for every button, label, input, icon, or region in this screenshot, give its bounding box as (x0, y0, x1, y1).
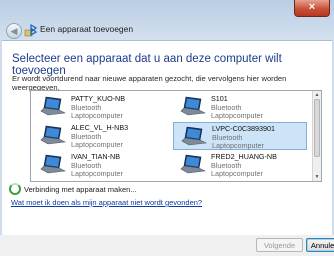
device-item[interactable]: FRED2_HUANG-NB Bluetooth Laptopcomputer (173, 151, 307, 179)
device-category: Laptopcomputer (71, 111, 123, 120)
device-name: PATTY_KUO-NB (71, 94, 126, 103)
device-name: GORY_CHENG-NB (211, 181, 274, 182)
device-list-scrollbar[interactable]: ▲ ▼ (312, 91, 321, 181)
title-bar: × ◀ Een apparaat toevoegen (0, 0, 334, 40)
scroll-thumb[interactable] (314, 99, 320, 157)
cancel-button[interactable]: Annuleren (306, 238, 334, 252)
device-item[interactable]: GORY_CHENG-NBBluetooth (173, 180, 307, 182)
connection-status: Verbinding met apparaat maken... (9, 183, 137, 195)
device-name: S101 (211, 94, 228, 103)
device-item[interactable]: ELMA_LIU-NBBluetooth (33, 180, 167, 182)
device-name: ALEC_VL_H-NB3 (71, 123, 129, 132)
add-device-icon (24, 23, 38, 37)
device-item[interactable]: PATTY_KUO-NB Bluetooth Laptopcomputer (33, 93, 167, 121)
device-item[interactable]: IVAN_TIAN-NB Bluetooth Laptopcomputer (33, 151, 167, 179)
device-name: FRED2_HUANG-NB (211, 152, 277, 161)
device-name: LVPC-C0C3893901 (212, 124, 275, 133)
device-list[interactable]: ▲ ▼ PATTY_KUO-NB Bluetooth Laptopcomputer S… (30, 90, 322, 182)
device-category: Laptopcomputer (211, 169, 263, 178)
back-button[interactable]: ◀ (6, 23, 22, 39)
laptop-icon (180, 96, 207, 118)
device-category: Laptopcomputer (71, 169, 123, 178)
status-text: Verbinding met apparaat maken... (24, 185, 137, 194)
device-category: Laptopcomputer (211, 111, 263, 120)
laptop-icon (180, 154, 207, 176)
device-category: Laptopcomputer (71, 140, 123, 149)
window-title: Een apparaat toevoegen (40, 24, 134, 34)
scroll-up-icon[interactable]: ▲ (313, 91, 321, 99)
device-category: Laptopcomputer (212, 141, 264, 150)
add-device-window: × ◀ Een apparaat toevoegen Selecteer een… (0, 0, 334, 256)
laptop-icon (40, 125, 67, 147)
next-button[interactable]: Volgende (256, 238, 303, 252)
device-item[interactable]: ALEC_VL_H-NB3 Bluetooth Laptopcomputer (33, 122, 167, 150)
button-bar: Volgende Annuleren (0, 235, 334, 256)
progress-spinner-icon (9, 183, 21, 195)
device-name: IVAN_TIAN-NB (71, 152, 120, 161)
help-link[interactable]: Wat moet ik doen als mijn apparaat niet … (11, 198, 202, 207)
scroll-down-icon[interactable]: ▼ (313, 173, 321, 181)
device-item[interactable]: S101 Bluetooth Laptopcomputer (173, 93, 307, 121)
laptop-icon (40, 154, 67, 176)
laptop-icon (181, 126, 208, 148)
device-item[interactable]: LVPC-C0C3893901 Bluetooth Laptopcomputer (173, 122, 307, 150)
laptop-icon (40, 96, 67, 118)
device-name: ELMA_LIU-NB (71, 181, 118, 182)
close-button[interactable]: × (294, 0, 330, 17)
main-content: Selecteer een apparaat dat u aan deze co… (2, 40, 332, 236)
